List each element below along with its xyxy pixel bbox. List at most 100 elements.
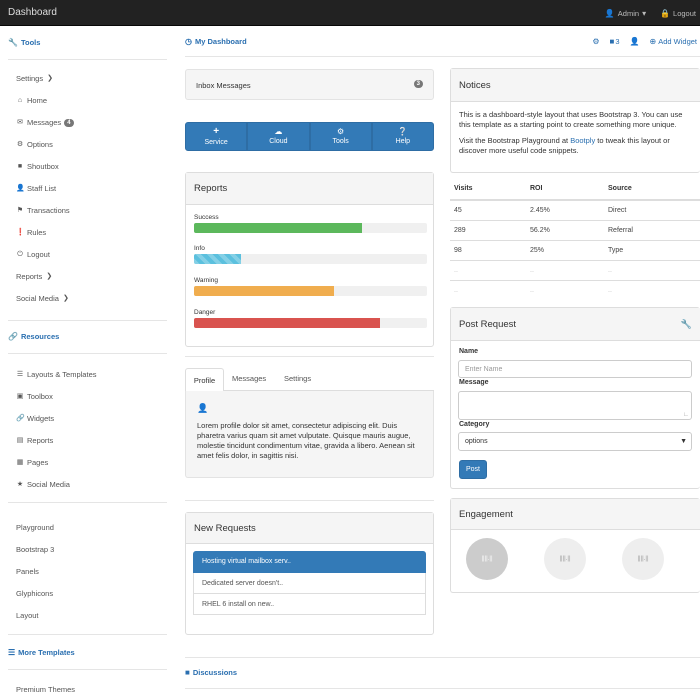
notices-title: Notices (459, 79, 491, 91)
sidebar-item-pages[interactable]: ▦ Pages (16, 458, 49, 467)
admin-menu[interactable]: 👤 Admin ▾ (605, 9, 646, 18)
logout-link[interactable]: 🔒 Logout (660, 9, 696, 18)
table-cell: 98 (450, 239, 526, 260)
tab-messages[interactable]: Messages (232, 374, 266, 383)
caret-down-icon: ▼ (680, 438, 687, 445)
sidebar-link-bootstrap[interactable]: Bootstrap 3 (16, 545, 54, 554)
tools-button[interactable]: ⚙ Tools (309, 122, 372, 151)
sidebar-item-label: Rules (27, 228, 47, 237)
post-button[interactable]: Post (459, 460, 487, 479)
sidebar-link-label: Panels (16, 567, 39, 576)
list-item[interactable]: Dedicated server doesn't.. (193, 573, 426, 594)
divider (8, 320, 167, 321)
sidebar-link-label: Premium Themes (16, 685, 76, 694)
more-templates-label: More Templates (18, 648, 75, 657)
brand[interactable]: Dashboard (8, 7, 57, 18)
sidebar-item-toolbox[interactable]: ▣ Toolbox (16, 392, 53, 401)
sidebar-item-social-media-2[interactable]: ★ Social Media (16, 480, 70, 489)
progress-label: Success (194, 214, 219, 221)
name-field[interactable]: Enter Name (458, 360, 692, 378)
sidebar-item-label: Transactions (27, 206, 70, 215)
column-header: Source (604, 178, 700, 201)
comment-icon: ■ (17, 163, 23, 170)
engagement-sparkline: ||||.|| (466, 538, 508, 580)
resize-handle-icon[interactable]: ∟ (683, 412, 689, 418)
cloud-button[interactable]: ☁ Cloud (247, 122, 310, 151)
sidebar-item-options[interactable]: ⚙ Options (16, 140, 53, 149)
list-item-label: RHEL 6 install on new.. (202, 600, 275, 608)
table-cell: 56.2% (526, 219, 604, 240)
sidebar-item-transactions[interactable]: ⚑ Transactions (16, 206, 70, 215)
divider (185, 688, 700, 689)
power-icon: ⏻ (17, 251, 23, 258)
list-item[interactable]: Hosting virtual mailbox serv.. (193, 551, 426, 573)
column-header: Visits (450, 178, 526, 201)
home-icon: ⌂ (17, 97, 23, 104)
sidebar-link-layout[interactable]: Layout (16, 611, 39, 620)
help-button[interactable]: ❔ Help (371, 122, 434, 151)
sidebar-item-label: Layouts & Templates (27, 370, 97, 379)
sidebar-item-settings[interactable]: Settings ❯ (16, 74, 54, 83)
tab-label: Profile (193, 375, 216, 385)
briefcase-icon: ▣ (16, 393, 24, 400)
list-alt-icon: ▤ (16, 437, 24, 444)
tab-profile[interactable]: Profile (185, 368, 224, 392)
sidebar-item-messages[interactable]: ✉ Messages 4 (16, 118, 74, 127)
table-cell: 2.45% (526, 199, 604, 220)
sidebar-link-glyphicons[interactable]: Glyphicons (16, 589, 53, 598)
comment-icon: ■ (609, 36, 615, 46)
user-icon: 👤 (604, 8, 615, 18)
sidebar-item-reports-2[interactable]: ▤ Reports (16, 436, 54, 445)
tools-label: Tools (332, 138, 349, 145)
sidebar-item-shoutbox[interactable]: ■ Shoutbox (16, 162, 59, 171)
progress-fill (194, 318, 381, 328)
discussions-link[interactable]: ■ Discussions (185, 668, 237, 677)
post-request-title: Post Request (459, 318, 517, 330)
bootply-link[interactable]: Bootply (570, 136, 595, 145)
wrench-icon[interactable]: 🔧 (681, 319, 692, 329)
divider (185, 356, 434, 357)
sidebar-item-logout[interactable]: ⏻ Logout (16, 250, 50, 259)
page-title[interactable]: ◷ My Dashboard (185, 37, 247, 46)
sidebar-item-home[interactable]: ⌂ Home (16, 96, 47, 105)
divider (185, 56, 700, 57)
sidebar-item-rules[interactable]: ❗ Rules (16, 228, 46, 237)
sparkline-label: ||||.|| (481, 556, 493, 562)
inbox-label: Inbox Messages (196, 81, 251, 90)
sidebar-link-panels[interactable]: Panels (16, 567, 39, 576)
admin-label: Admin (617, 9, 640, 18)
navbar-right: 👤 Admin ▾ 🔒 Logout (605, 9, 696, 18)
message-label: Message (459, 379, 489, 386)
sidebar-item-label: Pages (27, 458, 49, 467)
inbox-messages[interactable]: Inbox Messages 3 (185, 69, 434, 100)
sidebar-link-premium[interactable]: Premium Themes (16, 685, 75, 694)
resources-heading[interactable]: 🔗 Resources (8, 332, 59, 341)
comments-button[interactable]: ■ 3 (610, 37, 620, 46)
sidebar-item-social-media[interactable]: Social Media ❯ (16, 294, 70, 303)
sidebar-item-reports[interactable]: Reports ❯ (16, 272, 53, 281)
message-field[interactable]: ∟ (458, 391, 692, 420)
category-select[interactable]: options ▼ (458, 432, 692, 451)
divider (8, 669, 167, 670)
more-templates-heading[interactable]: ☰ More Templates (8, 648, 75, 657)
sidebar-item-staff-list[interactable]: 👤 Staff List (16, 184, 56, 193)
sidebar-item-label: Shoutbox (27, 162, 59, 171)
service-button[interactable]: + Service (185, 122, 248, 151)
table-row: 98 25% Type (450, 239, 700, 260)
tools-heading[interactable]: 🔧 Tools (8, 38, 40, 47)
book-icon: ▦ (16, 459, 24, 466)
sidebar-item-label: Social Media (27, 480, 70, 489)
requests-list: Hosting virtual mailbox serv.. Dedicated… (193, 551, 426, 615)
tab-settings[interactable]: Settings (284, 374, 311, 383)
list-item[interactable]: RHEL 6 install on new.. (193, 594, 426, 615)
lock-icon: 🔒 (660, 8, 671, 18)
sidebar-item-layouts[interactable]: ☰ Layouts & Templates (16, 370, 97, 379)
sidebar-link-label: Glyphicons (16, 589, 54, 598)
sidebar-item-widgets[interactable]: 🔗 Widgets (16, 414, 54, 423)
cog-icon[interactable]: ⚙ (592, 37, 599, 46)
user-icon[interactable]: 👤 (630, 37, 640, 46)
sidebar-link-playground[interactable]: Playground (16, 523, 54, 532)
tab-label: Settings (284, 374, 312, 383)
add-widget-button[interactable]: ⊕ Add Widget (650, 37, 697, 46)
resources-heading-label: Resources (20, 332, 60, 341)
